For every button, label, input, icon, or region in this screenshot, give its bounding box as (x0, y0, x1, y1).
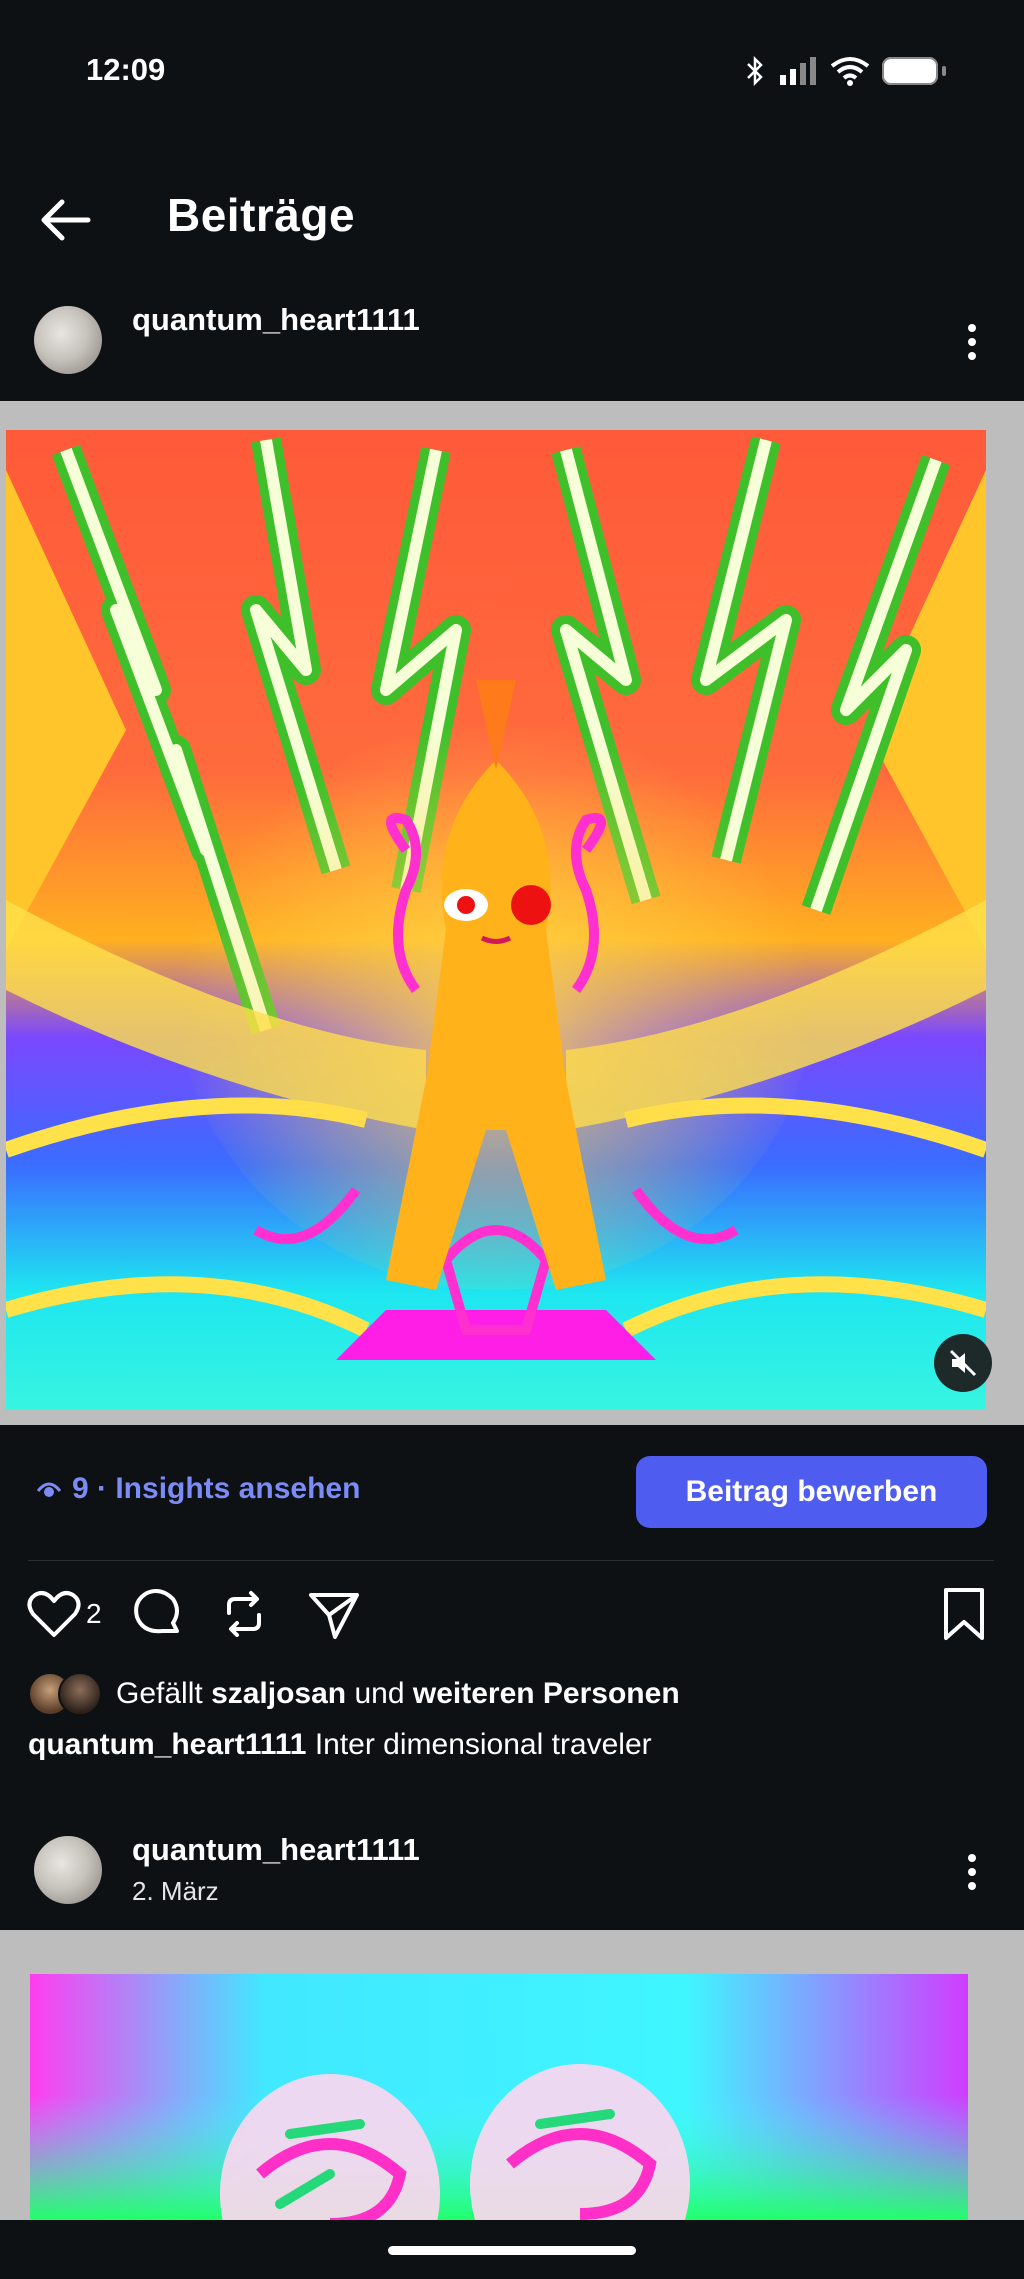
caption-text: Inter dimensional traveler (314, 1728, 652, 1761)
bookmark-icon[interactable] (936, 1586, 992, 1642)
speaker-muted-icon (949, 1349, 977, 1377)
liked-by-prefix: Gefällt (116, 1677, 203, 1710)
insights-text: 9 · Insights ansehen (72, 1472, 361, 1505)
liked-by-suffix[interactable]: weiteren Personen (413, 1677, 680, 1711)
post-image[interactable] (6, 430, 986, 1410)
bluetooth-icon (747, 56, 763, 86)
signal-icon (780, 57, 816, 85)
liker-avatar (58, 1672, 102, 1716)
send-icon (308, 1593, 359, 1639)
more-options-icon[interactable] (968, 1848, 978, 1896)
repost-button[interactable] (216, 1586, 272, 1642)
comment-icon (133, 1589, 179, 1634)
caption-username[interactable]: quantum_heart1111 (28, 1728, 306, 1761)
post-date: 2. März (132, 1876, 219, 1906)
caption: quantum_heart1111 Inter dimensional trav… (28, 1728, 652, 1762)
like-count: 2 (86, 1598, 102, 1629)
more-options-icon[interactable] (968, 318, 978, 366)
eye-icon (36, 1482, 62, 1497)
home-indicator[interactable] (388, 2246, 636, 2255)
liked-by-middle: und (354, 1677, 405, 1710)
heart-icon (27, 1591, 81, 1637)
avatar[interactable] (34, 306, 102, 374)
share-button[interactable] (306, 1586, 362, 1642)
mute-button[interactable] (934, 1334, 992, 1392)
status-time: 12:09 (86, 52, 166, 87)
battery-icon (882, 57, 946, 85)
arrow-left-icon[interactable] (36, 190, 96, 250)
post-image[interactable] (30, 1974, 968, 2220)
wifi-icon (830, 57, 870, 86)
status-icons (744, 56, 946, 86)
promote-post-button[interactable]: Beitrag bewerben (636, 1456, 987, 1528)
liked-by[interactable]: Gefällt szaljosan und weiteren Personen (28, 1672, 680, 1716)
post-username[interactable]: quantum_heart1111 (132, 1832, 420, 1868)
avatar[interactable] (34, 1836, 102, 1904)
like-button[interactable] (26, 1586, 82, 1642)
page-title: Beiträge (167, 189, 356, 241)
divider (28, 1560, 994, 1561)
comment-button[interactable] (130, 1586, 186, 1642)
post-username[interactable]: quantum_heart1111 (132, 302, 420, 338)
post-actions: 2 (26, 1586, 362, 1642)
insights-link[interactable]: 9 · Insights ansehen (36, 1472, 360, 1506)
repost-icon (226, 1591, 261, 1637)
liked-by-user[interactable]: szaljosan (211, 1677, 346, 1711)
